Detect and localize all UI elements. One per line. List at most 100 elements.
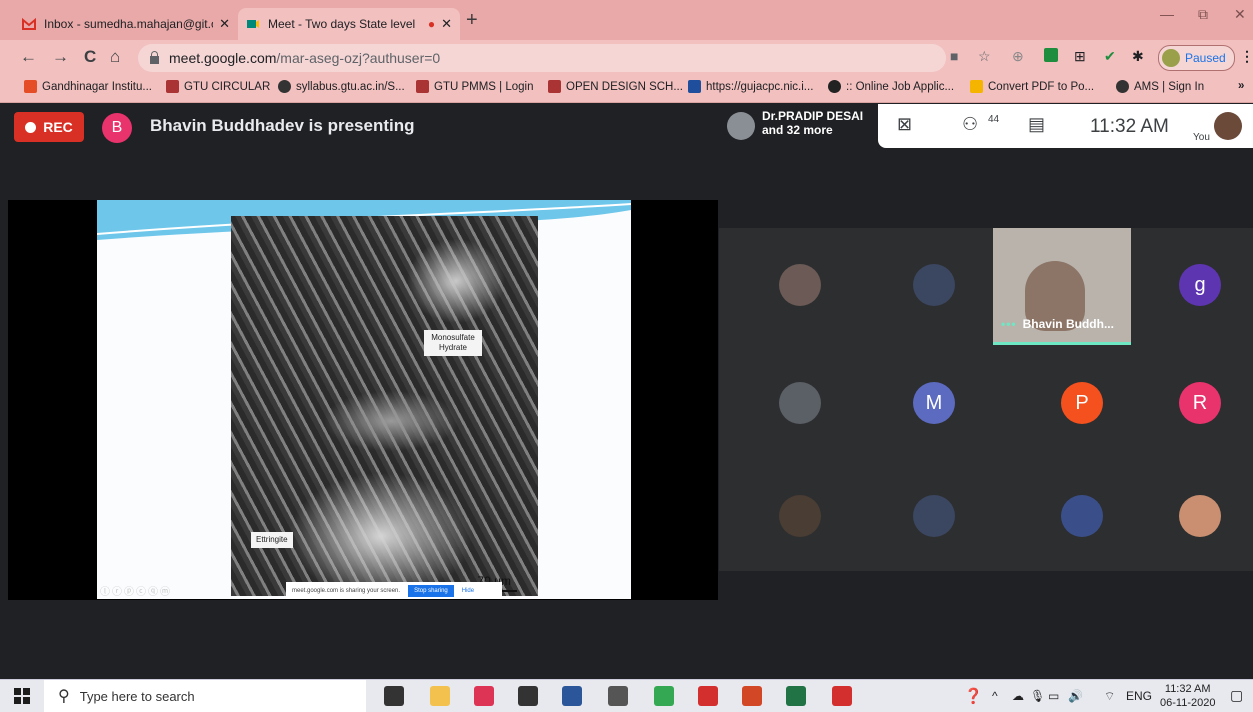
bookmark-favicon-icon [24, 80, 37, 93]
search-placeholder: Type here to search [79, 688, 195, 704]
participant-photo-avatar[interactable] [913, 495, 955, 537]
menu-kebab-icon[interactable]: ⋮ [1240, 48, 1253, 65]
participant-photo-avatar[interactable] [1179, 495, 1221, 537]
extension-grid-icon[interactable]: ⊞ [1074, 48, 1086, 65]
hide-button[interactable]: Hide [462, 588, 474, 594]
volume-icon[interactable]: 🔊 [1068, 689, 1083, 703]
active-speakers-card[interactable]: Dr.PRADIP DESAI and 32 more [718, 104, 878, 148]
close-window-button[interactable]: ✕ [1234, 6, 1246, 23]
bookmark-favicon-icon [970, 80, 983, 93]
more-options-icon[interactable]: ••• [1001, 317, 1017, 331]
mic-icon[interactable]: 🎙 [1030, 689, 1045, 703]
bookmark-favicon-icon [688, 80, 701, 93]
bookmark-item[interactable]: Convert PDF to Po... [970, 80, 1094, 93]
sem-micrograph-image: Monosulfate Hydrate Ettringite 70 μm [231, 216, 538, 596]
meet-icon [247, 20, 259, 28]
taskbar-clock[interactable]: 11:32 AM 06-11-2020 [1160, 682, 1215, 710]
bookmark-label: syllabus.gtu.ac.in/S... [296, 80, 405, 93]
bookmark-item[interactable]: Gandhinagar Institu... [24, 80, 152, 93]
bookmark-item[interactable]: :: Online Job Applic... [828, 80, 954, 93]
extension-green-icon[interactable] [1044, 48, 1058, 62]
search-icon: ⚲ [58, 688, 70, 705]
tab-meet[interactable]: Meet - Two days State level ● ✕ [238, 8, 460, 40]
extension-globe-icon[interactable]: ⊕ [1012, 48, 1024, 65]
back-button[interactable]: ← [20, 47, 37, 67]
bookmark-item[interactable]: syllabus.gtu.ac.in/S... [278, 80, 405, 93]
store-icon[interactable] [518, 686, 538, 706]
word-icon[interactable] [562, 686, 582, 706]
bookmark-label: https://gujacpc.nic.i... [706, 80, 814, 93]
bookmark-label: :: Online Job Applic... [846, 80, 955, 93]
presenter-video-tile[interactable]: ••• Bhavin Buddh... [993, 228, 1131, 345]
participant-initial-avatar[interactable]: R [1179, 382, 1221, 424]
layout-grid-icon[interactable]: ⊠ [897, 114, 912, 135]
lock-icon[interactable] [150, 51, 159, 64]
bookmark-label: OPEN DESIGN SCH... [566, 80, 683, 93]
powerpoint-icon[interactable] [742, 686, 762, 706]
wifi-icon[interactable]: ⌔ [1104, 689, 1115, 704]
participant-photo-avatar[interactable] [779, 495, 821, 537]
chat-icon[interactable]: ▤ [1028, 114, 1045, 135]
bookmark-item[interactable]: GTU CIRCULAR [166, 80, 270, 93]
forward-button[interactable]: → [52, 47, 69, 67]
presenting-title: Bhavin Buddhadev is presenting [150, 116, 415, 135]
close-tab-icon[interactable]: ✕ [219, 16, 230, 32]
people-icon[interactable]: ⚇ [962, 114, 978, 135]
stop-sharing-button[interactable]: Stop sharing [408, 584, 454, 597]
excel-icon[interactable] [786, 686, 806, 706]
participant-photo-avatar[interactable] [913, 264, 955, 306]
self-avatar[interactable] [1214, 112, 1242, 140]
bookmark-label: Convert PDF to Po... [988, 80, 1095, 93]
minimize-button[interactable]: — [1160, 6, 1174, 22]
bookmark-item[interactable]: https://gujacpc.nic.i... [688, 80, 813, 93]
bookmark-favicon-icon [1116, 80, 1129, 93]
battery-icon[interactable]: ▭ [1048, 689, 1059, 703]
acrobat-icon[interactable] [698, 686, 718, 706]
participant-photo-avatar[interactable] [779, 382, 821, 424]
home-button[interactable]: ⌂ [110, 47, 120, 67]
camera-icon[interactable]: ■ [950, 48, 958, 64]
chrome-icon[interactable] [654, 686, 674, 706]
participant-photo-avatar[interactable] [779, 264, 821, 306]
language-indicator[interactable]: ENG [1126, 689, 1152, 703]
extension-check-icon[interactable]: ✔ [1104, 48, 1116, 65]
paint-icon[interactable] [474, 686, 494, 706]
profile-paused-button[interactable]: Paused [1158, 45, 1235, 71]
slide-controls[interactable]: ⓛⓡⓟⓒⓠⓜ [100, 583, 172, 598]
restore-button[interactable]: ⧉ [1198, 6, 1208, 23]
bookmarks-bar: Gandhinagar Institu... GTU CIRCULAR syll… [0, 76, 1253, 103]
windows-start-icon[interactable] [14, 688, 30, 704]
address-bar[interactable]: meet.google.com/mar-aseg-ozj?authuser=0 [138, 44, 946, 72]
extensions-puzzle-icon[interactable]: ✱ [1132, 48, 1144, 65]
taskbar-search[interactable]: ⚲ Type here to search [44, 680, 366, 712]
calculator-icon[interactable] [608, 686, 628, 706]
recording-indicator-icon: ● [427, 17, 436, 31]
pdf-icon[interactable] [832, 686, 852, 706]
reload-button[interactable]: C [84, 47, 96, 67]
tab-gmail[interactable]: Inbox - sumedha.mahajan@git.o ✕ [14, 8, 238, 40]
bookmarks-more-button[interactable]: » [1238, 80, 1244, 92]
bookmark-label: Gandhinagar Institu... [42, 80, 152, 93]
onedrive-icon[interactable]: ☁ [1012, 689, 1024, 703]
record-dot-icon [25, 121, 37, 133]
star-icon[interactable]: ☆ [978, 48, 991, 65]
windows-taskbar: ⚲ Type here to search ❓ ^ ☁ 🎙 ▭ 🔊 ⌔ ENG … [0, 679, 1253, 712]
bookmark-item[interactable]: OPEN DESIGN SCH... [548, 80, 683, 93]
bookmark-item[interactable]: AMS | Sign In [1116, 80, 1204, 93]
bookmark-item[interactable]: GTU PMMS | Login [416, 80, 534, 93]
profile-avatar [1162, 49, 1180, 67]
new-tab-button[interactable]: + [466, 9, 478, 32]
close-tab-icon[interactable]: ✕ [441, 16, 452, 32]
bookmark-favicon-icon [828, 80, 841, 93]
task-view-icon[interactable] [384, 686, 404, 706]
gmail-icon [22, 17, 36, 30]
participant-initial-avatar[interactable]: M [913, 382, 955, 424]
participant-photo-avatar[interactable] [1061, 495, 1103, 537]
participant-initial-avatar[interactable]: g [1179, 264, 1221, 306]
help-icon[interactable]: ❓ [964, 687, 983, 705]
participant-initial-avatar[interactable]: P [1061, 382, 1103, 424]
file-explorer-icon[interactable] [430, 686, 450, 706]
tab-strip: Inbox - sumedha.mahajan@git.o ✕ Meet - T… [0, 0, 1253, 40]
notifications-icon[interactable]: ▢ [1230, 687, 1243, 704]
tray-chevron-icon[interactable]: ^ [992, 689, 998, 703]
